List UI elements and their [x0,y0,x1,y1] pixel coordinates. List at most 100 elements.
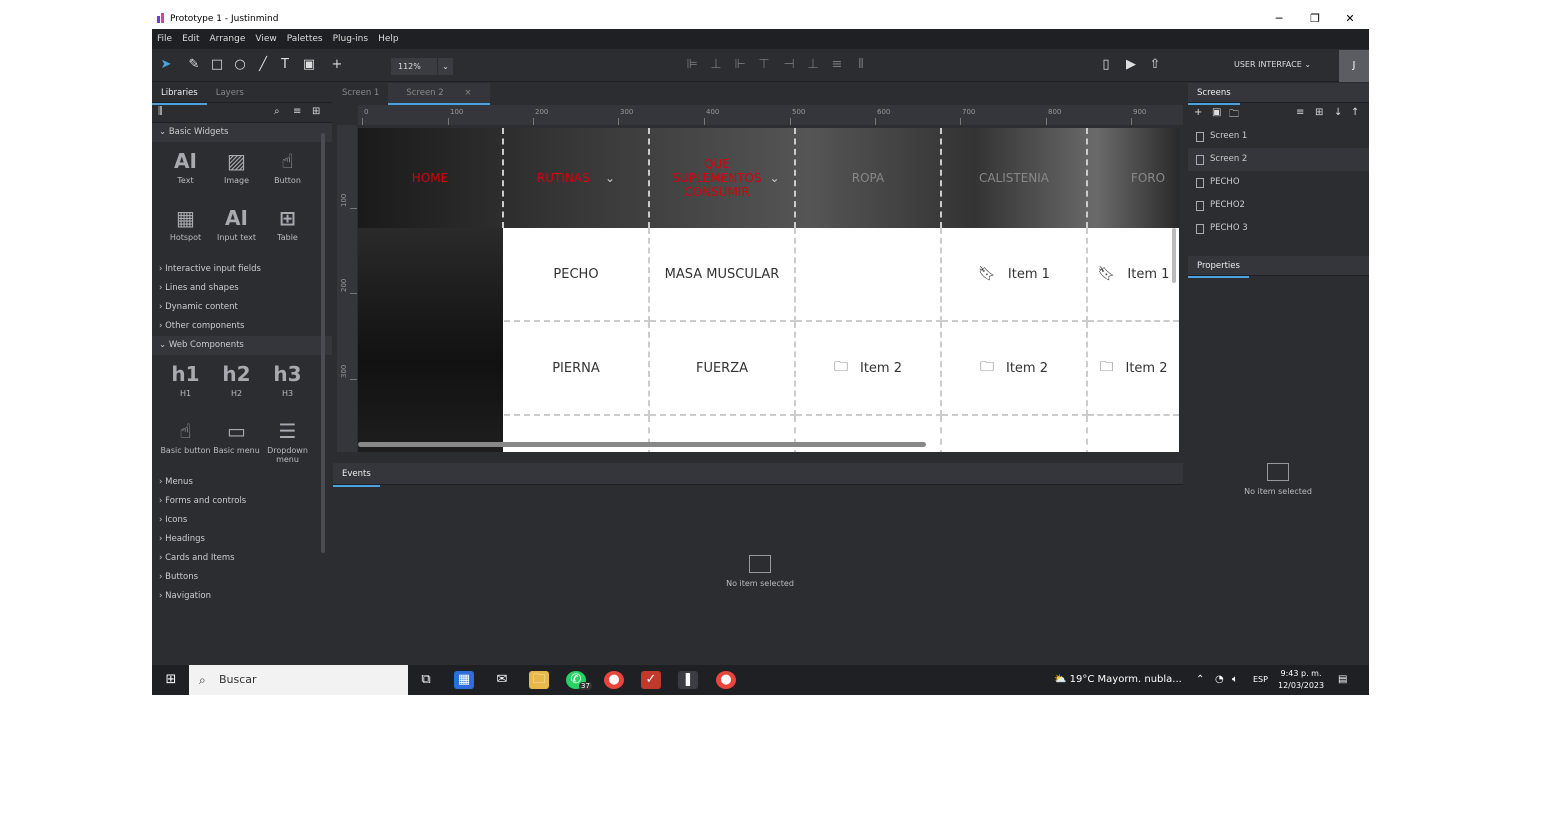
minimize-button[interactable]: ─ [1262,9,1296,29]
menu-view[interactable]: View [250,29,281,49]
tray-expand-icon[interactable]: ⌃ [1196,665,1204,695]
widget-h2[interactable]: h2 H2 [211,359,262,416]
grid-cell-pierna[interactable]: PIERNA [504,322,650,416]
mail-icon[interactable]: ✉ [492,671,512,689]
language-indicator[interactable]: ESP [1253,665,1268,695]
grid-cell-item2[interactable]: 🗀 Item 2 [796,322,942,416]
menu-edit[interactable]: Edit [177,29,204,49]
widget-input-text[interactable]: AI Input text [211,203,262,260]
zoom-select[interactable]: 112% ⌄ [391,58,453,75]
widget-button[interactable]: ☝ Button [262,146,313,203]
move-up-icon[interactable]: ↑ [1351,107,1359,118]
close-button[interactable]: ✕ [1333,9,1367,29]
nav-foro[interactable]: FORO [1088,128,1179,228]
avatar[interactable]: J [1339,50,1369,82]
grid-cell-item1[interactable]: 🔖︎ Item 1 [1088,228,1179,322]
chevron-down-icon[interactable]: ⌄ [437,58,453,75]
user-interface-button[interactable]: USER INTERFACE ⌄ [1234,60,1311,69]
section-headings[interactable]: › Headings [152,530,332,549]
align-bottom-icon[interactable]: ⊥ [805,57,821,73]
tab-properties[interactable]: Properties [1188,256,1249,278]
add-folder-icon[interactable]: 🗀 [1229,107,1239,124]
distribute-vertical-icon[interactable]: ≡ [829,57,845,73]
weather-widget[interactable]: ⛅ 19°C Mayorm. nubla... [1054,665,1182,695]
store-icon[interactable]: ▦ [454,671,474,689]
ellipse-tool-icon[interactable]: ○ [232,57,248,73]
screen-item[interactable]: PECHO2 [1188,194,1369,217]
widget-table[interactable]: ⊞ Table [262,203,313,260]
add-tool-icon[interactable]: + [329,57,345,73]
screen-item[interactable]: PECHO 3 [1188,217,1369,240]
align-middle-icon[interactable]: ⊣ [781,57,797,73]
notifications-icon[interactable]: ▤ [1338,665,1347,695]
add-screen-icon[interactable]: + [1194,107,1202,118]
left-scrollbar[interactable] [321,133,325,553]
menu-plugins[interactable]: Plug-ins [328,29,374,49]
line-tool-icon[interactable]: ╱ [255,57,271,73]
section-lines-and-shapes[interactable]: › Lines and shapes [152,279,332,298]
widget-text[interactable]: AI Text [160,146,211,203]
section-interactive-input-fields[interactable]: › Interactive input fields [152,260,332,279]
section-basic-widgets[interactable]: ⌄ Basic Widgets [152,123,332,142]
canvas-vertical-scrollbar[interactable] [1172,228,1176,283]
tab-layers[interactable]: Layers [207,83,253,103]
align-left-icon[interactable]: ⊫ [684,57,700,73]
search-icon[interactable]: ⌕ [274,106,280,117]
menu-file[interactable]: File [152,29,177,49]
device-icon[interactable]: ▯ [1098,57,1114,73]
screen-item[interactable]: Screen 1 [1188,125,1369,148]
menu-help[interactable]: Help [373,29,404,49]
widget-hotspot[interactable]: ▦ Hotspot [160,203,211,260]
windows-start-icon[interactable]: ⊞ [161,671,181,689]
tab-libraries[interactable]: Libraries [152,83,207,105]
network-icon[interactable]: ◔ [1215,665,1224,695]
section-icons[interactable]: › Icons [152,511,332,530]
widget-basic-menu[interactable]: ▭ Basic menu [211,416,262,473]
nav-suplementos[interactable]: QUE SUPLEMENTOS CONSUMIR ⌄ [650,128,796,228]
section-cards-and-items[interactable]: › Cards and Items [152,549,332,568]
app-icon[interactable]: ✓ [641,671,661,689]
grid-cell-fuerza[interactable]: FUERZA [650,322,796,416]
grid-view-icon[interactable]: ⊞ [312,106,320,117]
section-navigation[interactable]: › Navigation [152,587,332,606]
volume-icon[interactable]: 🔈︎ [1232,665,1238,695]
tab-screen-2[interactable]: Screen 2 × [388,83,490,105]
widget-h1[interactable]: h1 H1 [160,359,211,416]
play-icon[interactable]: ▶ [1123,57,1139,73]
widget-h3[interactable]: h3 H3 [262,359,313,416]
widget-basic-button[interactable]: ☝ Basic button [160,416,211,473]
section-forms-and-controls[interactable]: › Forms and controls [152,492,332,511]
widget-image[interactable]: ▨ Image [211,146,262,203]
export-icon[interactable]: ⇧ [1147,57,1163,73]
select-tool-icon[interactable]: ➤ [158,57,174,73]
menu-palettes[interactable]: Palettes [282,29,328,49]
add-template-icon[interactable]: ▣ [1212,107,1221,118]
move-down-icon[interactable]: ↓ [1334,107,1342,118]
close-tab-icon[interactable]: × [455,83,480,103]
rectangle-tool-icon[interactable]: □ [209,57,225,73]
list-view-icon[interactable]: ≡ [1296,107,1304,118]
tab-events[interactable]: Events [333,463,380,487]
screen-item[interactable]: Screen 2 [1188,148,1369,171]
menu-arrange[interactable]: Arrange [205,29,251,49]
nav-home[interactable]: HOME [358,128,504,228]
section-dynamic-content[interactable]: › Dynamic content [152,298,332,317]
grid-cell-masa-muscular[interactable]: MASA MUSCULAR [650,228,796,322]
grid-cell-item2[interactable]: 🗀 Item 2 [942,322,1088,416]
list-view-icon[interactable]: ≡ [293,106,301,117]
library-icon[interactable]: ⫼ [158,106,163,117]
design-canvas[interactable]: HOME RUTINAS ⌄ QUE SUPLEMENTOS CONSUMIR ⌄… [358,128,1179,452]
nav-ropa[interactable]: ROPA [796,128,942,228]
screen-item[interactable]: PECHO [1188,171,1369,194]
align-center-icon[interactable]: ⊥ [708,57,724,73]
pen-tool-icon[interactable]: ✎ [186,57,202,73]
tab-screens[interactable]: Screens [1188,83,1240,105]
grid-cell-partial[interactable] [942,416,1088,452]
align-right-icon[interactable]: ⊩ [732,57,748,73]
text-tool-icon[interactable]: T [277,57,293,73]
chrome-icon[interactable]: ● [604,671,624,689]
chrome-profile-icon[interactable]: ● [716,671,736,689]
taskbar-search[interactable]: ⌕ Buscar [189,665,408,695]
section-web-components[interactable]: ⌄ Web Components [152,336,332,355]
maximize-button[interactable]: ❐ [1298,9,1332,29]
